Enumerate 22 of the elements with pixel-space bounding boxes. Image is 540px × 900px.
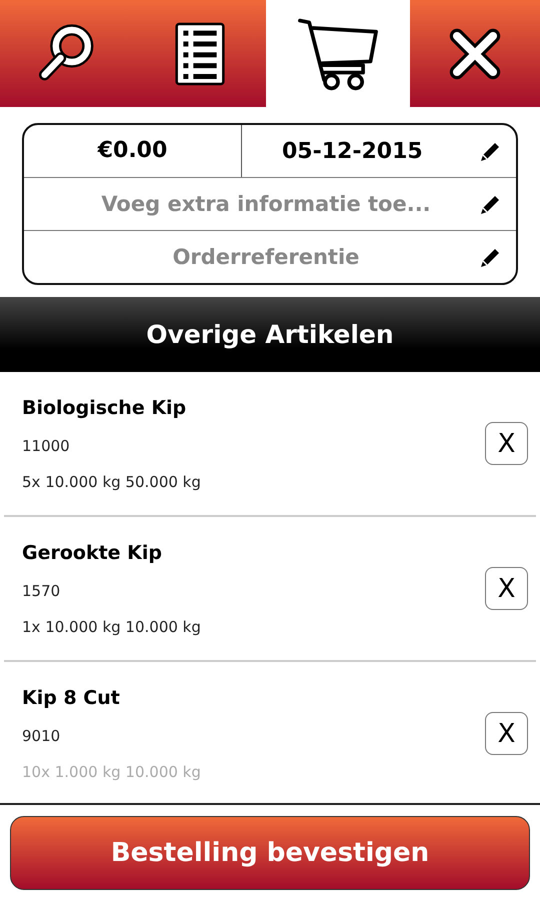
section-title: Overige Artikelen bbox=[146, 320, 394, 349]
product-name: Gerookte Kip bbox=[22, 542, 164, 564]
remove-button[interactable]: X bbox=[485, 422, 528, 465]
order-reference-field[interactable]: Orderreferentie bbox=[24, 245, 478, 269]
product-name: Biologische Kip bbox=[22, 396, 188, 418]
close-button[interactable] bbox=[410, 0, 540, 107]
product-quantity: 1x 10.000 kg 10.000 kg bbox=[22, 618, 201, 636]
product-name: Kip 8 Cut bbox=[22, 686, 121, 708]
remove-button[interactable]: X bbox=[485, 712, 528, 755]
order-date: 05-12-2015 bbox=[282, 138, 423, 164]
product-quantity: 10x 1.000 kg 10.000 kg bbox=[22, 762, 201, 780]
close-icon bbox=[448, 26, 502, 80]
order-total: €0.00 bbox=[24, 125, 242, 177]
tab[interactable] bbox=[0, 0, 133, 107]
product-quantity: 5x 10.000 kg 50.000 kg bbox=[22, 472, 201, 490]
confirm-button[interactable]: Bestelling bevestigen bbox=[10, 816, 530, 890]
product-code: 1570 bbox=[22, 582, 62, 600]
tab[interactable] bbox=[133, 0, 266, 107]
product-code: 11000 bbox=[22, 436, 71, 454]
remove-button[interactable]: X bbox=[485, 567, 528, 610]
extra-info-field[interactable]: Voeg extra informatie toe... bbox=[24, 192, 478, 216]
product-code: 9010 bbox=[22, 726, 62, 744]
